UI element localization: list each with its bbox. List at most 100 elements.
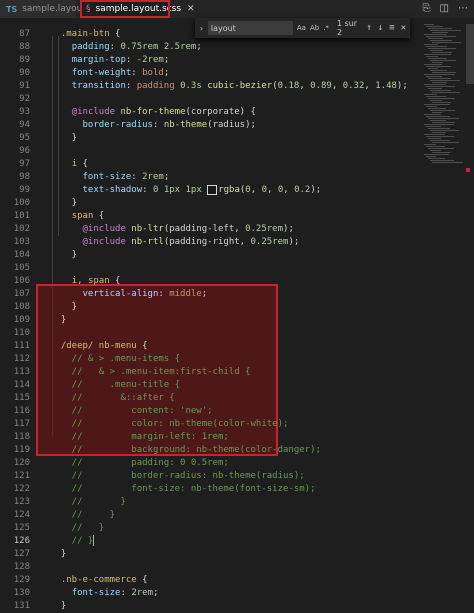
minimap-line [426,26,443,27]
line-number: 91 [19,81,30,91]
line-number: 89 [19,55,30,65]
minimap-line [432,132,446,133]
regex-toggle[interactable]: .* [323,24,329,32]
line-number: 105 [13,263,30,273]
line-text: @include nb-for-theme(corporate) { [71,107,256,117]
tab-sample-layout-ts[interactable]: TS sample.layout.ts [0,0,97,18]
scrollbar-thumb[interactable] [466,24,474,84]
minimap-line [432,142,459,143]
text-cursor [93,535,95,546]
line-number: 114 [13,380,30,390]
line-text: // font-size: nb-theme(font-size-sm); [50,484,316,494]
line-number: 123 [13,497,30,507]
line-number: 99 [19,185,30,195]
line-number: 130 [13,588,30,598]
line-text: span { [71,211,105,221]
line-number: 111 [13,341,30,351]
match-case-toggle[interactable]: Aa [297,24,306,32]
line-number: 97 [19,159,30,169]
minimap-line [430,30,461,31]
line-number: 115 [13,393,30,403]
line-number: 129 [13,575,30,585]
minimap-line [424,144,436,145]
minimap-line [430,100,442,101]
line-number: 124 [13,510,30,520]
minimap-line [426,156,436,157]
minimap-line [428,158,445,159]
whole-word-toggle[interactable]: Ab [310,24,319,32]
find-input[interactable]: layout [207,21,293,35]
more-actions-icon[interactable]: ⋯ [458,3,468,14]
minimap-line [432,72,456,73]
minimap-line [424,44,438,45]
line-text: .nb-e-commerce { [60,575,148,585]
line-number: 98 [19,172,30,182]
code-editor[interactable]: 87 .main-btn {88 padding: 0.75rem 2.5rem… [0,18,420,611]
line-text: transition: padding 0.3s cubic-bezier(0.… [71,81,408,91]
minimap-line [430,160,454,161]
line-text: // color: nb-theme(color-white); [50,419,289,429]
close-find-icon[interactable]: ✕ [401,23,406,33]
minimap-line [428,78,451,79]
minimap-line [432,162,463,163]
split-editor-icon[interactable]: ◫ [440,3,449,14]
line-text: @include nb-rtl(padding-right, 0.25rem); [82,237,300,247]
minimap-line [430,40,452,41]
toggle-replace-icon[interactable]: › [199,24,204,33]
minimap-line [432,32,448,33]
minimap-line [428,38,443,39]
minimap-line [424,34,447,35]
match-count: 1 sur 2 [336,19,358,37]
line-text: // } [50,523,105,533]
minimap-line [426,116,450,117]
minimap-line [430,60,456,61]
line-text: // } [50,510,116,520]
scss-file-icon: § [86,4,91,14]
minimap-line [430,50,443,51]
next-match-icon[interactable]: ↓ [378,23,383,33]
previous-match-icon[interactable]: ↑ [366,23,371,33]
line-text: // background: nb-theme(color-danger); [50,445,321,455]
tab-sample-layout-scss[interactable]: § sample.layout.scss ✕ [80,0,195,18]
line-number: 122 [13,484,30,494]
line-text: .main-btn { [60,29,121,39]
line-text: // content: 'new'; [50,406,213,416]
minimap-line [428,128,450,129]
line-number: 125 [13,523,30,533]
minimap[interactable] [420,18,474,470]
minimap-line [428,28,452,29]
minimap-line [424,124,454,125]
minimap-line [430,140,450,141]
minimap-line [432,52,452,53]
minimap-line [424,84,446,85]
line-number: 88 [19,42,30,52]
line-number: 87 [19,29,30,39]
minimap-line [426,86,455,87]
minimap-line [432,62,443,63]
minimap-line [424,114,441,115]
find-in-selection-icon[interactable]: ≡ [389,23,394,33]
line-number: 131 [13,601,30,611]
line-number: 102 [13,224,30,234]
minimap-line [428,138,441,139]
line-number: 117 [13,419,30,429]
line-text: } [50,601,67,611]
line-text: // border-radius: nb-theme(radius); [50,471,305,481]
minimap-line [430,70,447,71]
line-text: font-size: 2rem; [71,588,159,598]
line-number: 127 [13,549,30,559]
line-text: text-shadow: 0 1px 1px rgba(0, 0, 0, 0.2… [82,184,322,195]
line-text: } [50,133,78,143]
tab-label: sample.layout.scss [95,4,182,14]
line-number: 118 [13,432,30,442]
minimap-line [426,136,454,137]
minimap-line [426,126,441,127]
line-text: // &::after { [50,393,175,403]
line-number: 121 [13,471,30,481]
line-number: 95 [19,133,30,143]
open-changes-icon[interactable]: ⎘ [423,3,431,14]
minimap-line [424,54,451,55]
close-icon[interactable]: ✕ [187,4,195,14]
color-swatch[interactable] [207,184,218,195]
minimap-line [428,148,454,149]
